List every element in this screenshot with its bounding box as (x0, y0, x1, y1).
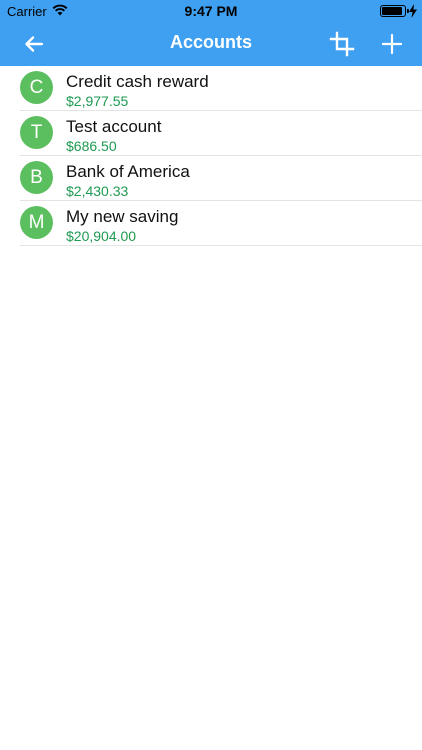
account-name: Bank of America (66, 162, 190, 181)
account-name: Credit cash reward (66, 72, 209, 91)
crop-icon (329, 31, 355, 57)
account-name: My new saving (66, 207, 179, 226)
add-account-button[interactable] (378, 30, 406, 58)
account-row[interactable]: C Credit cash reward $2,977.55 (0, 66, 422, 111)
battery-icon (380, 5, 409, 17)
account-name: Test account (66, 117, 162, 136)
account-list: C Credit cash reward $2,977.55 T Test ac… (0, 66, 422, 246)
account-avatar: B (20, 161, 53, 194)
battery-level (382, 7, 402, 15)
charging-bolt-icon (409, 4, 417, 18)
account-balance: $20,904.00 (66, 228, 137, 244)
crop-button[interactable] (328, 30, 356, 58)
account-row[interactable]: M My new saving $20,904.00 (0, 201, 422, 246)
status-time: 9:47 PM (184, 3, 238, 19)
account-avatar: T (20, 116, 53, 149)
account-avatar: C (20, 71, 53, 104)
plus-icon (381, 33, 403, 55)
account-balance: $2,430.33 (66, 183, 129, 199)
navigation-bar: Accounts (0, 22, 422, 66)
account-avatar: M (20, 206, 53, 239)
account-balance: $686.50 (66, 138, 117, 154)
page-title: Accounts (169, 32, 252, 52)
status-bar: Carrier 9:47 PM (0, 0, 422, 22)
account-row[interactable]: B Bank of America $2,430.33 (0, 156, 422, 201)
account-row[interactable]: T Test account $686.50 (0, 111, 422, 156)
account-balance: $2,977.55 (66, 93, 129, 109)
